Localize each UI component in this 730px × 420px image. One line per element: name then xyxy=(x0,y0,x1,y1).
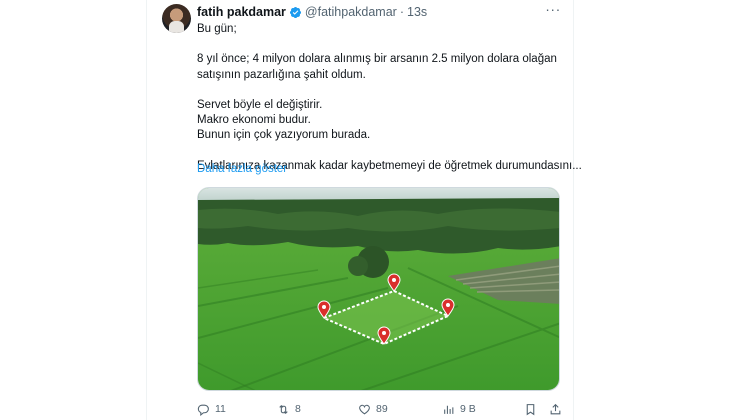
author-handle[interactable]: @fatihpakdamar xyxy=(305,5,397,19)
views-chart-icon xyxy=(444,405,454,414)
author-avatar[interactable] xyxy=(162,4,191,33)
like-button[interactable]: 89 xyxy=(358,400,388,418)
retweet-icon xyxy=(279,404,288,414)
tweet-header: fatih pakdamar @fatihpakdamar · 13s xyxy=(197,4,427,20)
reply-button[interactable]: 11 xyxy=(197,400,226,418)
views-button[interactable]: 9 B xyxy=(442,400,476,418)
tweet-timestamp[interactable]: 13s xyxy=(407,5,427,19)
tweet-media-image[interactable] xyxy=(197,187,560,391)
share-button[interactable] xyxy=(549,400,562,418)
tweet-line: Servet böyle el değiştirir. xyxy=(197,98,323,111)
like-count: 89 xyxy=(376,403,388,415)
reply-icon xyxy=(197,404,209,416)
view-count: 9 B xyxy=(460,403,476,415)
bookmark-button[interactable] xyxy=(524,400,537,418)
reply-count: 11 xyxy=(215,403,226,415)
tweet-line: 8 yıl önce; 4 milyon dolara alınmış bir … xyxy=(197,53,557,66)
verified-badge-icon xyxy=(289,6,301,18)
share-icon xyxy=(550,403,561,414)
more-options-icon[interactable]: ··· xyxy=(545,2,561,18)
retweet-button[interactable]: 8 xyxy=(277,400,301,418)
aerial-farmland-photo-icon xyxy=(198,188,559,390)
separator-dot: · xyxy=(399,5,404,19)
tweet-line: Makro ekonomi budur. xyxy=(197,114,311,127)
bookmark-icon xyxy=(526,403,535,415)
show-more-link[interactable]: Daha fazla göster xyxy=(197,163,287,175)
tweet-text: Bu gün; 8 yıl önce; 4 milyon dolara alın… xyxy=(197,22,582,174)
heart-icon xyxy=(359,404,370,414)
tweet-line: satışının pazarlığına şahit oldum. xyxy=(197,68,366,81)
tweet-action-bar: 11 8 89 9 B xyxy=(197,400,569,418)
tweet-line: Bunun için çok yazıyorum burada. xyxy=(197,129,371,142)
tweet-line: Bu gün; xyxy=(197,23,237,35)
author-name[interactable]: fatih pakdamar xyxy=(197,5,286,19)
retweet-count: 8 xyxy=(295,403,301,415)
